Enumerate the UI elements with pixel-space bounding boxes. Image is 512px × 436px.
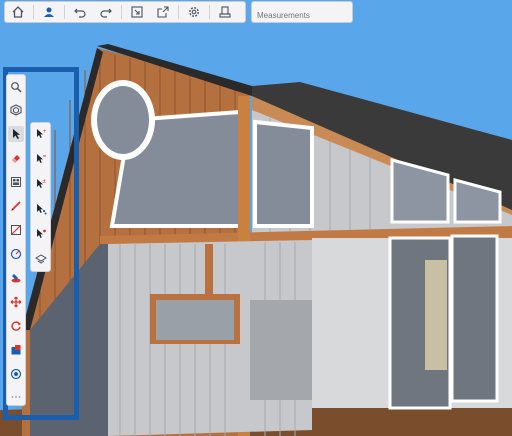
redo-icon[interactable]: [93, 2, 119, 22]
paint-bucket-icon[interactable]: [8, 270, 24, 286]
select-icon[interactable]: [8, 126, 24, 142]
print-icon[interactable]: [212, 2, 238, 22]
push-pull-icon[interactable]: [8, 342, 24, 358]
divider: [121, 5, 122, 19]
divider: [64, 5, 65, 19]
divider: [33, 5, 34, 19]
pencil-icon[interactable]: [8, 198, 24, 214]
rotate-icon[interactable]: [8, 318, 24, 334]
select-toggle-icon[interactable]: ±: [33, 176, 49, 192]
select-subtract-icon[interactable]: [33, 151, 49, 167]
svg-text:±: ±: [43, 179, 47, 185]
select-all-icon[interactable]: [33, 201, 49, 217]
select-paint-icon[interactable]: [33, 226, 49, 242]
select-flyout: + ±: [30, 122, 51, 272]
tool-palette: [6, 74, 26, 406]
compass-icon[interactable]: [8, 246, 24, 262]
search-icon[interactable]: [8, 79, 24, 95]
section-icon[interactable]: [33, 251, 49, 267]
svg-text:+: +: [43, 129, 47, 135]
select-add-icon[interactable]: +: [33, 126, 49, 142]
more-icon[interactable]: [8, 389, 24, 405]
tape-icon[interactable]: [8, 366, 24, 382]
user-icon[interactable]: [36, 2, 62, 22]
undo-icon[interactable]: [67, 2, 93, 22]
export-icon[interactable]: [150, 2, 176, 22]
divider: [209, 5, 210, 19]
orbit-icon[interactable]: [8, 102, 24, 118]
warehouse-icon[interactable]: [8, 174, 24, 190]
line-icon[interactable]: [8, 222, 24, 238]
divider: [178, 5, 179, 19]
measurements-field[interactable]: [251, 1, 353, 23]
top-toolbar: [4, 1, 246, 23]
home-icon[interactable]: [5, 2, 31, 22]
eraser-icon[interactable]: [8, 150, 24, 166]
settings-icon[interactable]: [181, 2, 207, 22]
move-icon[interactable]: [8, 294, 24, 310]
import-icon[interactable]: [124, 2, 150, 22]
